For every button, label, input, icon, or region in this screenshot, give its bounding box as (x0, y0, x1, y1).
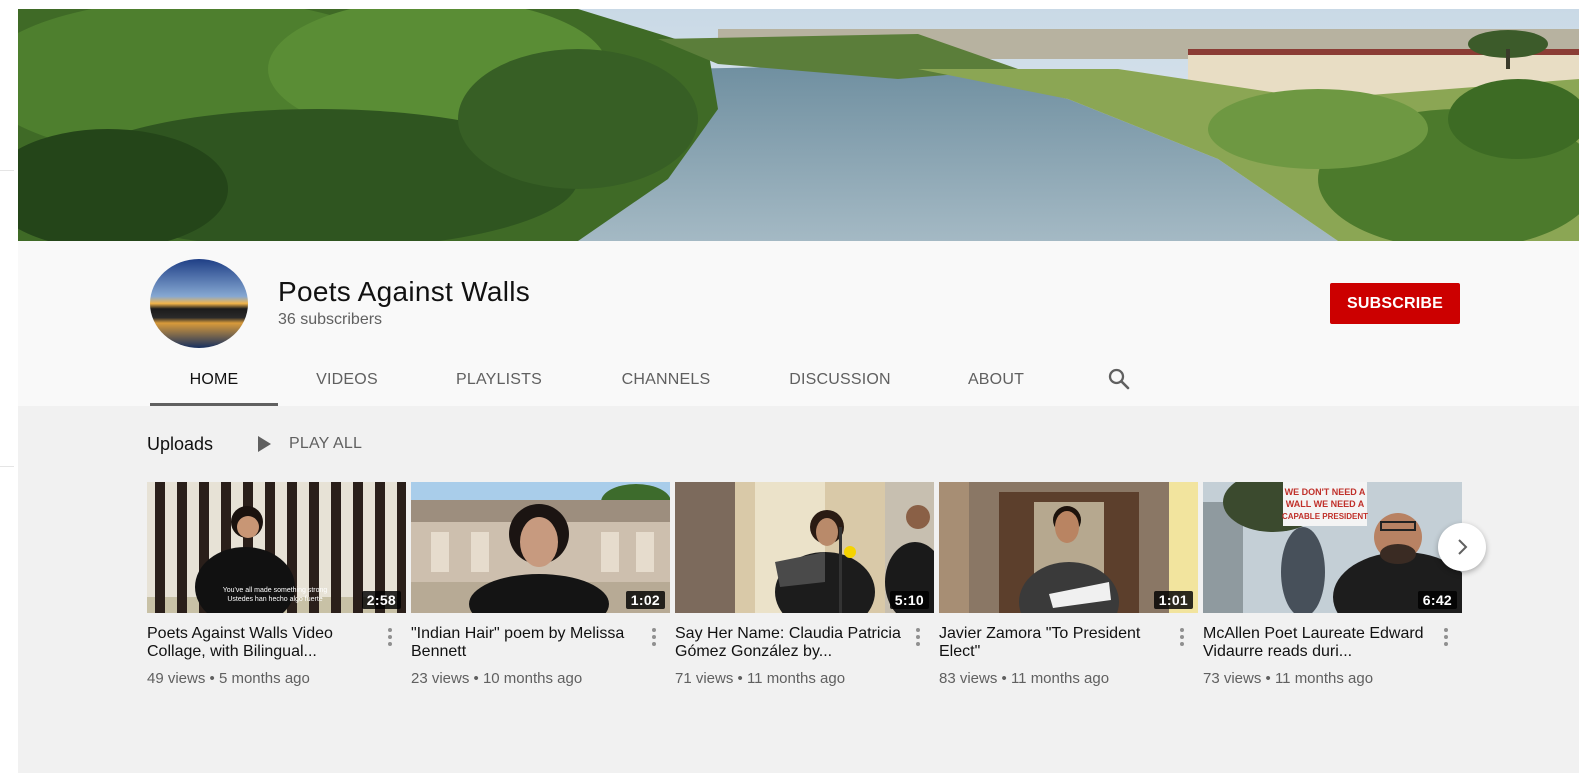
thumbnail-caption-line1: You've all made something strong (223, 587, 328, 594)
video-meta: 23 views • 10 months ago (411, 670, 583, 687)
shelf-next-button[interactable] (1438, 523, 1486, 571)
video-meta: 73 views • 11 months ago (1203, 670, 1374, 687)
tab-playlists[interactable]: PLAYLISTS (440, 353, 558, 406)
sign-text-line3: CAPABLE PRESIDENT (1282, 512, 1368, 521)
video-item[interactable]: You've all made something strong Ustedes… (147, 482, 406, 687)
sign-text-line1: WE DON'T NEED A (1285, 487, 1366, 497)
video-thumbnail[interactable]: 5:10 (675, 482, 934, 613)
video-meta: 83 views • 11 months ago (939, 670, 1110, 687)
tab-channels[interactable]: CHANNELS (606, 353, 726, 406)
video-duration: 2:58 (361, 591, 401, 609)
subscriber-count: 36 subscribers (278, 311, 383, 328)
uploads-shelf: Uploads PLAY ALL You've all made somethi… (18, 406, 1579, 773)
video-views: 23 views (411, 670, 470, 687)
subscribe-button[interactable]: SUBSCRIBE (1330, 283, 1460, 324)
video-age: 11 months ago (1274, 670, 1374, 687)
video-views: 73 views (1203, 670, 1262, 687)
video-age: 11 months ago (746, 670, 846, 687)
chevron-right-icon (1458, 539, 1468, 555)
more-vert-icon[interactable] (913, 626, 923, 648)
play-all-button[interactable]: PLAY ALL (258, 432, 362, 456)
shelf-title[interactable]: Uploads (147, 434, 213, 455)
video-duration: 1:01 (1153, 591, 1193, 609)
video-thumbnail[interactable]: 1:02 (411, 482, 670, 613)
more-vert-icon[interactable] (1177, 626, 1187, 648)
video-duration: 5:10 (889, 591, 929, 609)
tab-discussion[interactable]: DISCUSSION (774, 353, 906, 406)
video-views: 49 views (147, 670, 206, 687)
video-item[interactable]: 5:10 Say Her Name: Claudia Patricia Góme… (675, 482, 934, 687)
video-views: 83 views (939, 670, 998, 687)
channel-banner (18, 9, 1579, 241)
tab-about[interactable]: ABOUT (952, 353, 1040, 406)
video-title[interactable]: Say Her Name: Claudia Patricia Gómez Gon… (675, 625, 901, 661)
search-icon[interactable] (1107, 367, 1131, 391)
channel-title: Poets Against Walls (278, 276, 531, 307)
play-all-label: PLAY ALL (289, 435, 363, 452)
video-item[interactable]: 1:02 "Indian Hair" poem by Melissa Benne… (411, 482, 670, 687)
video-item[interactable]: WE DON'T NEED A WALL WE NEED A CAPABLE P… (1203, 482, 1462, 687)
channel-avatar[interactable] (150, 259, 248, 348)
video-age: 10 months ago (482, 670, 583, 687)
video-title[interactable]: Poets Against Walls Video Collage, with … (147, 625, 373, 661)
more-vert-icon[interactable] (385, 626, 395, 648)
left-edge (0, 0, 18, 773)
more-vert-icon[interactable] (649, 626, 659, 648)
video-views: 71 views (675, 670, 734, 687)
more-vert-icon[interactable] (1441, 626, 1451, 648)
video-item[interactable]: 1:01 Javier Zamora "To President Elect" … (939, 482, 1198, 687)
video-duration: 1:02 (625, 591, 665, 609)
sign-text-line2: WALL WE NEED A (1286, 499, 1365, 509)
video-meta: 71 views • 11 months ago (675, 670, 846, 687)
play-icon (258, 436, 271, 452)
video-title[interactable]: "Indian Hair" poem by Melissa Bennett (411, 625, 637, 661)
video-duration: 6:42 (1417, 591, 1457, 609)
video-thumbnail[interactable]: WE DON'T NEED A WALL WE NEED A CAPABLE P… (1203, 482, 1462, 613)
video-age: 11 months ago (1010, 670, 1110, 687)
video-title[interactable]: Javier Zamora "To President Elect" (939, 625, 1165, 661)
tab-videos[interactable]: VIDEOS (300, 353, 394, 406)
channel-header: Poets Against Walls 36 subscribers SUBSC… (18, 241, 1579, 406)
thumbnail-caption-line2: Ustedes han hecho algo fuerte (227, 596, 322, 603)
video-title[interactable]: McAllen Poet Laureate Edward Vidaurre re… (1203, 625, 1429, 661)
tab-home[interactable]: HOME (150, 353, 278, 406)
video-thumbnail[interactable]: 1:01 (939, 482, 1198, 613)
video-meta: 49 views • 5 months ago (147, 670, 310, 687)
video-thumbnail[interactable]: You've all made something strong Ustedes… (147, 482, 406, 613)
video-age: 5 months ago (218, 670, 310, 687)
